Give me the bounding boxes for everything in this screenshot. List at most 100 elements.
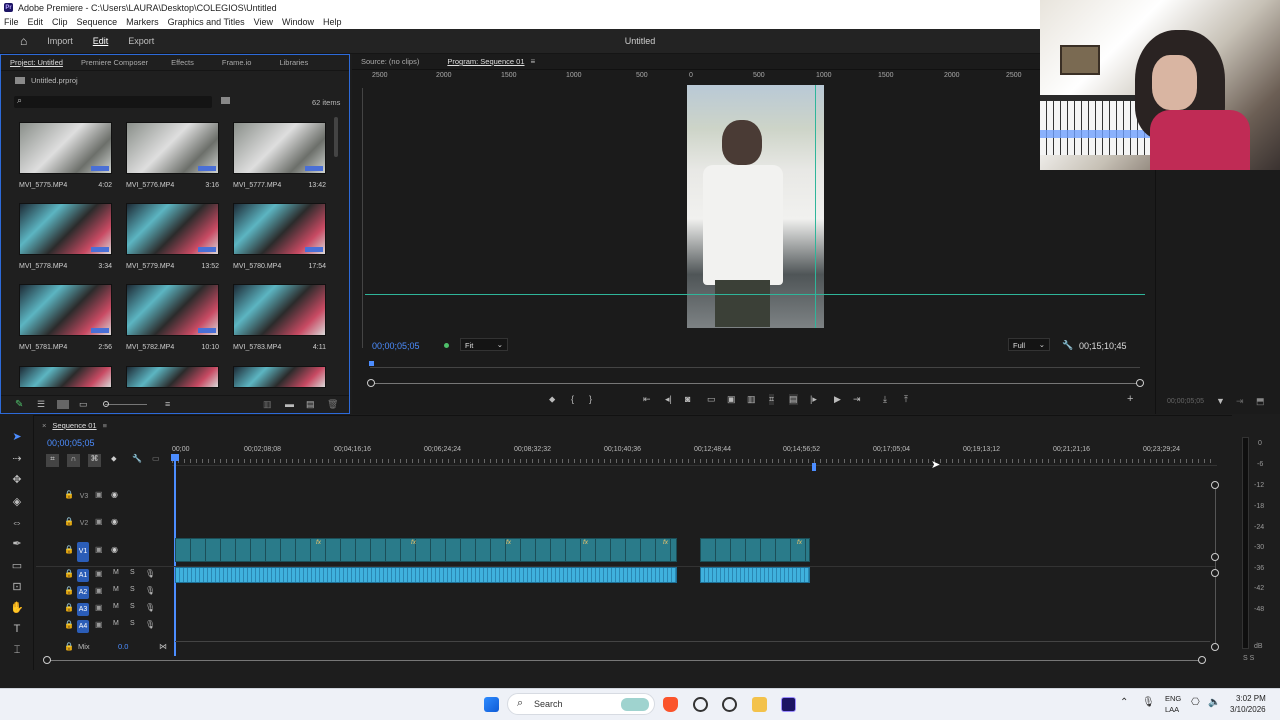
program-scrubber[interactable] <box>370 360 1140 368</box>
selection-tool-icon[interactable]: ➤ <box>10 430 24 444</box>
add-marker-icon[interactable]: ⬥ <box>111 454 117 464</box>
brave-icon[interactable] <box>663 697 678 712</box>
menu-edit[interactable]: Edit <box>28 17 44 27</box>
clip-thumb[interactable] <box>233 284 326 336</box>
lock-icon[interactable]: 🔒 <box>64 517 74 526</box>
zoom-dropdown[interactable]: Fit ⌄ <box>460 338 508 351</box>
solo-button[interactable]: S <box>130 569 135 576</box>
clip-thumb[interactable] <box>19 122 112 174</box>
hand-tool-icon[interactable]: ✋ <box>10 601 24 615</box>
keyboard-layout[interactable]: LAA <box>1165 705 1179 714</box>
zoom-bar-left-handle[interactable] <box>367 379 375 387</box>
insert-icon[interactable]: ⤓ <box>883 394 887 405</box>
linked-selection-icon[interactable]: ⌘ <box>88 454 101 467</box>
lock-icon[interactable]: 🔒 <box>64 586 74 595</box>
clock-time[interactable]: 3:02 PM <box>1236 694 1266 703</box>
snap-icon[interactable]: ⌗ <box>769 394 775 405</box>
mark-in-icon[interactable]: { <box>571 394 574 404</box>
solo-button[interactable]: S <box>130 586 135 593</box>
menu-sequence[interactable]: Sequence <box>77 17 118 27</box>
vscroll-handle-audio[interactable] <box>1211 569 1219 577</box>
playhead-handle[interactable] <box>171 454 179 461</box>
clip-thumb[interactable] <box>233 366 326 388</box>
chrome-icon[interactable] <box>722 697 737 712</box>
automate-icon[interactable]: ▥ <box>263 399 272 410</box>
clock-date[interactable]: 3/10/2026 <box>1230 705 1266 714</box>
sync-lock-icon[interactable]: ▣ <box>95 620 103 629</box>
track-target-a1[interactable]: A1 <box>77 569 89 582</box>
eye-icon[interactable]: ◉ <box>111 490 118 499</box>
menu-help[interactable]: Help <box>323 17 342 27</box>
sync-lock-icon[interactable]: ▣ <box>95 603 103 612</box>
clip-thumb[interactable] <box>126 122 219 174</box>
language-code[interactable]: ENG <box>1165 694 1181 703</box>
sync-lock-icon[interactable]: ▣ <box>95 586 103 595</box>
timeline-zoom-right-handle[interactable] <box>1198 656 1206 664</box>
sync-lock-icon[interactable]: ▣ <box>95 517 103 526</box>
new-item-icon[interactable]: ▤ <box>306 399 315 410</box>
marker-icon[interactable]: ⬥ <box>549 394 555 405</box>
zoom-bar[interactable] <box>371 383 1141 384</box>
mute-button[interactable]: M <box>113 586 119 593</box>
track-divider[interactable] <box>36 566 1216 567</box>
export-icon[interactable]: ⬒ <box>1256 396 1265 407</box>
guide-line-horizontal[interactable] <box>365 294 1145 295</box>
play-icon[interactable]: ▶ <box>834 394 841 405</box>
mute-button[interactable]: M <box>113 569 119 576</box>
mix-icon[interactable]: ⋈ <box>159 642 167 651</box>
solo-button[interactable]: S <box>130 603 135 610</box>
slip-tool-icon[interactable]: ⇔ <box>10 516 24 530</box>
tab-import[interactable]: Import <box>47 36 73 46</box>
clip-thumb[interactable] <box>233 122 326 174</box>
mute-button[interactable]: M <box>113 603 119 610</box>
audio-clip[interactable] <box>175 567 677 583</box>
clip-thumb[interactable] <box>126 203 219 255</box>
tab-edit[interactable]: Edit <box>93 36 109 46</box>
frame-tool-icon[interactable]: ⊡ <box>10 580 24 594</box>
clip-thumb[interactable] <box>126 284 219 336</box>
eye-icon[interactable]: ◉ <box>111 517 118 526</box>
new-bin-icon[interactable] <box>221 97 230 104</box>
captions-icon[interactable]: ▭ <box>152 454 160 463</box>
pencil-icon[interactable]: ✎ <box>15 399 23 410</box>
tab-export[interactable]: Export <box>128 36 154 46</box>
icon-view-icon[interactable] <box>57 400 69 409</box>
tab-project[interactable]: Project: Untitled <box>1 58 72 67</box>
eye-icon[interactable]: ◉ <box>111 545 118 554</box>
nest-icon[interactable]: ⌗ <box>46 454 59 467</box>
home-icon[interactable]: ⌂ <box>20 34 27 48</box>
type-tool-icon[interactable]: T <box>10 622 24 636</box>
video-clip[interactable] <box>700 538 810 562</box>
in-point-marker[interactable] <box>812 463 816 471</box>
track-target-v3[interactable]: V3 <box>78 490 90 503</box>
multicam-icon[interactable]: ▥ <box>747 394 756 405</box>
text-tool-icon[interactable]: ⌶ <box>10 643 24 657</box>
rectangle-tool-icon[interactable]: ▭ <box>10 559 24 573</box>
track-select-tool-icon[interactable]: ⇢ <box>10 452 24 466</box>
filter-icon[interactable]: ▼ <box>1216 396 1225 406</box>
razor-tool-icon[interactable]: ◈ <box>10 495 24 509</box>
clip-thumb[interactable] <box>19 284 112 336</box>
freeform-view-icon[interactable]: ▭ <box>79 399 88 410</box>
solo-button[interactable]: S <box>130 620 135 627</box>
go-to-in-icon[interactable]: ⇤ <box>643 394 651 405</box>
lock-icon[interactable]: 🔒 <box>64 490 74 499</box>
sync-lock-icon[interactable]: ▣ <box>95 490 103 499</box>
clip-thumb[interactable] <box>19 366 112 388</box>
timeline-ruler[interactable]: 00;00 00;02;08;08 00;04;16;16 00;06;24;2… <box>172 446 1217 466</box>
trash-icon[interactable]: 🗑 <box>327 399 338 410</box>
list-view-icon[interactable]: ☰ <box>37 399 45 410</box>
camera-icon[interactable]: ◙ <box>685 394 690 404</box>
toggle-icon[interactable]: ⇥ <box>1236 396 1244 407</box>
menu-file[interactable]: File <box>4 17 19 27</box>
panel-menu-icon[interactable]: ≡ <box>103 421 107 430</box>
tab-effects[interactable]: Effects <box>157 58 208 67</box>
playhead-marker[interactable] <box>369 361 374 366</box>
track-target-a2[interactable]: A2 <box>77 586 89 599</box>
settings-wrench-icon[interactable]: 🔧 <box>132 454 142 463</box>
snap-magnet-icon[interactable]: ∩ <box>67 454 80 467</box>
track-target-a3[interactable]: A3 <box>77 603 89 616</box>
mic-icon[interactable]: 🎙 <box>145 569 155 578</box>
audio-clip[interactable] <box>700 567 810 583</box>
add-button-icon[interactable]: + <box>1127 393 1133 405</box>
